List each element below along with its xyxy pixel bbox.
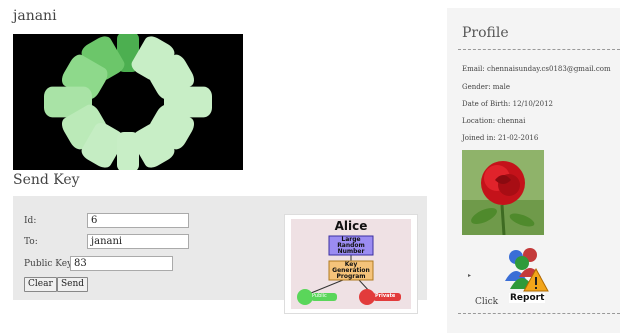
public-key-field[interactable]: 83 [70, 256, 173, 271]
box2-line3: Program [336, 273, 366, 280]
username-heading: janani [13, 8, 57, 24]
send-button[interactable]: Send [57, 277, 89, 292]
send-key-title: Send Key [13, 172, 80, 188]
to-field[interactable]: janani [87, 234, 189, 249]
profile-email: Email: chennaisunday.cs0183@gmail.com [462, 65, 611, 73]
profile-dob: Date of Birth: 12/10/2012 [462, 100, 553, 108]
profile-title: Profile [462, 25, 509, 41]
to-label: To: [24, 237, 38, 247]
clear-button[interactable]: Clear [24, 277, 57, 292]
box1-line3: Number [337, 248, 365, 255]
profile-gender: Gender: male [462, 83, 510, 91]
report-link[interactable]: Report [509, 293, 546, 303]
profile-location: Location: chennai [462, 117, 526, 125]
loading-spinner-icon [13, 34, 243, 170]
random-number-box: Large Random Number [329, 237, 373, 255]
public-key-tag: Public [312, 293, 327, 299]
profile-divider [458, 49, 620, 50]
profile-rose-image [462, 150, 544, 235]
profile-joined: Joined in: 21-02-2016 [462, 134, 539, 142]
id-field[interactable]: 6 [87, 213, 189, 228]
key-generation-diagram: Alice Large Random Number Key Generation… [284, 214, 418, 314]
sidebar-bottom-divider [458, 313, 620, 314]
key-generation-box: Key Generation Program [329, 262, 373, 280]
id-label: Id: [24, 216, 37, 226]
report-users-icon[interactable] [500, 247, 550, 293]
click-text: Click [475, 297, 499, 307]
list-bullet-icon: ▸ [468, 272, 472, 279]
diagram-title: Alice [334, 219, 368, 233]
private-key-tag: Private [375, 293, 396, 299]
public-key-label: Public Key: [24, 259, 76, 269]
